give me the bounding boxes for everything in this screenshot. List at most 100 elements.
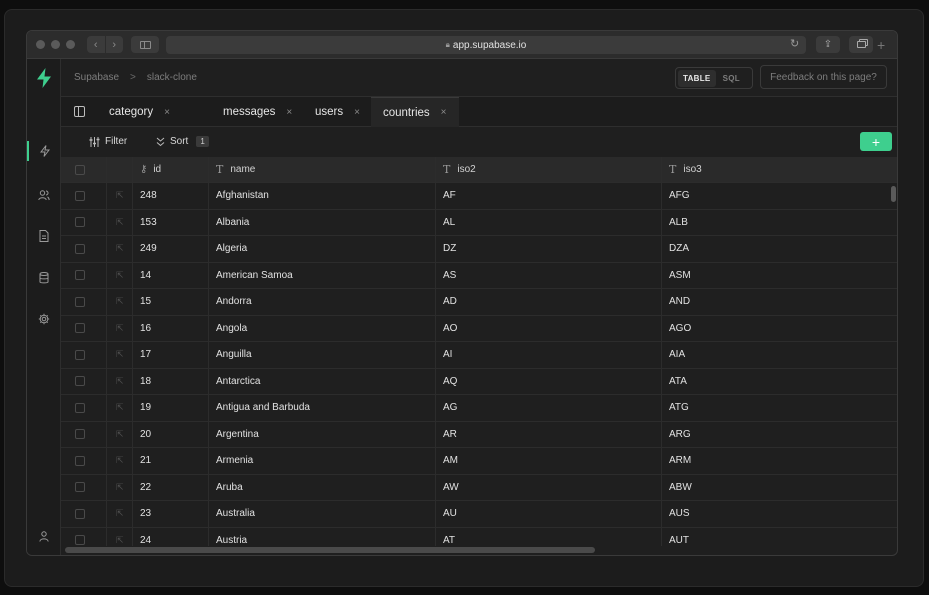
table-row[interactable]: ⇱ 18 Antarctica AQ ATA — [61, 368, 897, 395]
cell-iso3[interactable]: ASM — [662, 263, 897, 289]
rail-item-storage[interactable] — [27, 226, 61, 246]
cell-iso3[interactable]: AND — [662, 289, 897, 315]
cell-name[interactable]: Anguilla — [209, 342, 436, 368]
expand-row-icon[interactable]: ⇱ — [116, 508, 124, 519]
expand-row-icon[interactable]: ⇱ — [116, 429, 124, 440]
table-row[interactable]: ⇱ 15 Andorra AD AND — [61, 289, 897, 316]
cell-name[interactable]: Afghanistan — [209, 183, 436, 209]
table-row[interactable]: ⇱ 21 Armenia AM ARM — [61, 448, 897, 475]
row-checkbox[interactable] — [75, 190, 85, 201]
row-checkbox[interactable] — [75, 482, 85, 493]
table-row[interactable]: ⇱ 19 Antigua and Barbuda AG ATG — [61, 395, 897, 422]
cell-iso2[interactable]: AU — [436, 501, 662, 527]
table-row[interactable]: ⇱ 153 Albania AL ALB — [61, 209, 897, 236]
cell-name[interactable]: Argentina — [209, 421, 436, 447]
column-header-id[interactable]: ⚷ id — [133, 157, 209, 182]
expand-row-icon[interactable]: ⇱ — [116, 376, 124, 387]
cell-iso3[interactable]: AUS — [662, 501, 897, 527]
cell-name[interactable]: Aruba — [209, 474, 436, 500]
cell-iso2[interactable]: AI — [436, 342, 662, 368]
cell-id[interactable]: 20 — [133, 421, 209, 447]
cell-name[interactable]: Antarctica — [209, 368, 436, 394]
rail-item-database[interactable] — [27, 268, 61, 288]
row-checkbox[interactable] — [75, 296, 85, 307]
expand-row-icon[interactable]: ⇱ — [116, 217, 124, 228]
expand-row-icon[interactable]: ⇱ — [116, 296, 124, 307]
breadcrumb-project[interactable]: slack-clone — [147, 72, 197, 83]
cell-iso2[interactable]: AR — [436, 421, 662, 447]
tab-messages[interactable]: messages × — [211, 97, 304, 127]
cell-name[interactable]: Austria — [209, 527, 436, 546]
row-checkbox[interactable] — [75, 376, 85, 387]
cell-id[interactable]: 21 — [133, 448, 209, 474]
expand-row-icon[interactable]: ⇱ — [116, 190, 124, 201]
tab-users[interactable]: users × — [303, 97, 372, 127]
cell-id[interactable]: 19 — [133, 395, 209, 421]
cell-iso3[interactable]: ABW — [662, 475, 897, 501]
row-checkbox[interactable] — [75, 455, 85, 466]
column-header-name[interactable]: T name — [209, 157, 436, 182]
browser-sidebar-button[interactable] — [131, 36, 159, 53]
row-checkbox[interactable] — [75, 535, 85, 546]
cell-iso3[interactable]: ATG — [662, 395, 897, 421]
close-window-button[interactable] — [36, 40, 45, 49]
expand-row-icon[interactable]: ⇱ — [116, 402, 124, 413]
table-row[interactable]: ⇱ 16 Angola AO AGO — [61, 315, 897, 342]
reload-icon[interactable]: ↻ — [790, 37, 799, 50]
minimize-window-button[interactable] — [51, 40, 60, 49]
sql-view-button[interactable]: SQL — [718, 70, 745, 87]
cell-iso2[interactable]: AW — [436, 474, 662, 500]
row-checkbox[interactable] — [75, 323, 85, 334]
cell-name[interactable]: Algeria — [209, 236, 436, 262]
column-header-iso2[interactable]: T iso2 — [436, 157, 662, 182]
cell-iso3[interactable]: AIA — [662, 342, 897, 368]
cell-iso3[interactable]: AGO — [662, 316, 897, 342]
row-checkbox[interactable] — [75, 402, 85, 413]
row-checkbox[interactable] — [75, 429, 85, 440]
cell-id[interactable]: 23 — [133, 501, 209, 527]
cell-iso3[interactable]: ARG — [662, 422, 897, 448]
sort-button[interactable]: Sort 1 — [156, 136, 209, 147]
cell-id[interactable]: 24 — [133, 527, 209, 546]
row-checkbox[interactable] — [75, 217, 85, 228]
select-all-checkbox[interactable] — [75, 164, 85, 175]
add-row-button[interactable]: + — [860, 132, 892, 151]
cell-name[interactable]: Antigua and Barbuda — [209, 395, 436, 421]
row-checkbox[interactable] — [75, 243, 85, 254]
cell-iso3[interactable]: DZA — [662, 236, 897, 262]
cell-iso2[interactable]: AM — [436, 448, 662, 474]
address-bar[interactable]: 🔒︎ app.supabase.io — [166, 36, 806, 54]
cell-id[interactable]: 17 — [133, 342, 209, 368]
supabase-logo-icon[interactable] — [36, 68, 52, 93]
cell-iso2[interactable]: AO — [436, 315, 662, 341]
cell-id[interactable]: 15 — [133, 289, 209, 315]
cell-iso2[interactable]: AG — [436, 395, 662, 421]
cell-id[interactable]: 249 — [133, 236, 209, 262]
cell-name[interactable]: Angola — [209, 315, 436, 341]
filter-button[interactable]: Filter — [89, 136, 127, 147]
cell-id[interactable]: 14 — [133, 262, 209, 288]
cell-iso2[interactable]: AT — [436, 527, 662, 546]
rail-item-account[interactable] — [27, 526, 61, 546]
tab-category[interactable]: category × — [97, 97, 182, 127]
expand-row-icon[interactable]: ⇱ — [116, 270, 124, 281]
row-checkbox[interactable] — [75, 508, 85, 519]
breadcrumb-org[interactable]: Supabase — [74, 72, 119, 83]
cell-iso3[interactable]: ALB — [662, 210, 897, 236]
rail-item-settings[interactable] — [27, 309, 61, 329]
cell-id[interactable]: 22 — [133, 474, 209, 500]
row-checkbox[interactable] — [75, 349, 85, 360]
cell-iso3[interactable]: AUT — [662, 528, 897, 547]
cell-iso2[interactable]: AQ — [436, 368, 662, 394]
expand-row-icon[interactable]: ⇱ — [116, 535, 124, 546]
zoom-window-button[interactable] — [66, 40, 75, 49]
horizontal-scrollbar[interactable] — [65, 547, 595, 553]
chevron-left-icon[interactable]: ‹ — [87, 36, 105, 53]
table-row[interactable]: ⇱ 14 American Samoa AS ASM — [61, 262, 897, 289]
table-row[interactable]: ⇱ 23 Australia AU AUS — [61, 501, 897, 528]
column-header-iso3[interactable]: T iso3 — [662, 157, 897, 182]
cell-name[interactable]: American Samoa — [209, 262, 436, 288]
cell-iso2[interactable]: AS — [436, 262, 662, 288]
close-icon[interactable]: × — [441, 107, 447, 118]
cell-iso2[interactable]: DZ — [436, 236, 662, 262]
